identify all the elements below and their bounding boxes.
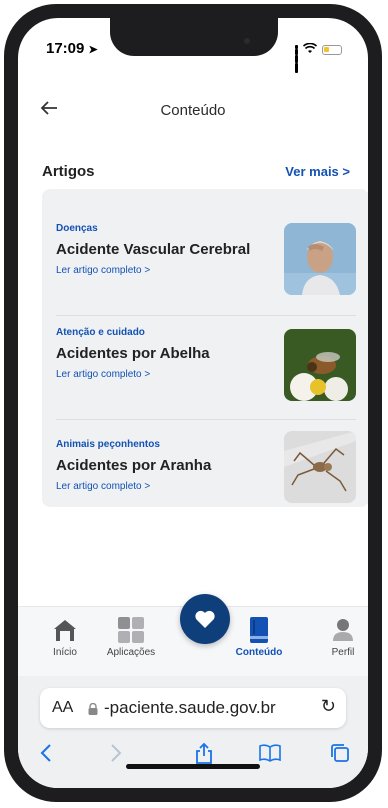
screen: 17:09 ➤ Conteúdo Artigos Ver mais > Doen… xyxy=(18,18,368,788)
tab-label: Início xyxy=(53,647,77,658)
tab-label: Conteúdo xyxy=(235,647,283,658)
signal-icon xyxy=(295,44,298,73)
article-title: Acidentes por Aranha xyxy=(56,457,212,474)
home-indicator xyxy=(126,764,260,769)
phone-frame: 17:09 ➤ Conteúdo Artigos Ver mais > Doen… xyxy=(4,4,382,802)
tabs-icon xyxy=(331,744,349,762)
book-icon xyxy=(250,617,268,643)
chevron-right-icon xyxy=(111,744,122,762)
article-item[interactable]: Animais peçonhentos Acidentes por Aranha… xyxy=(56,431,356,503)
tab-label: Aplicações xyxy=(106,647,156,658)
browser-toolbar: AA -paciente.saude.gov.br ↻ xyxy=(18,676,368,788)
tab-conteudo[interactable]: Conteúdo xyxy=(224,613,294,658)
article-title: Acidente Vascular Cerebral xyxy=(56,241,251,258)
chevron-left-icon xyxy=(40,744,51,762)
url-text: -paciente.saude.gov.br xyxy=(104,698,276,717)
book-open-icon xyxy=(259,744,281,762)
section-title: Artigos xyxy=(42,163,95,180)
camera-icon xyxy=(244,38,250,44)
notch xyxy=(110,18,278,56)
address-bar[interactable]: AA -paciente.saude.gov.br ↻ xyxy=(40,688,346,728)
home-icon xyxy=(54,620,76,641)
reload-icon[interactable]: ↻ xyxy=(321,696,336,717)
page-title: Conteúdo xyxy=(160,102,226,119)
articles-card: Doenças Acidente Vascular Cerebral Ler a… xyxy=(42,189,368,507)
divider xyxy=(56,419,356,420)
header: Conteúdo xyxy=(18,90,368,130)
tab-aplicacoes[interactable]: Aplicações xyxy=(96,613,166,658)
status-time: 17:09 ➤ xyxy=(46,40,98,57)
battery-icon xyxy=(322,45,342,55)
see-more-link[interactable]: Ver mais > xyxy=(285,164,350,179)
status-icons xyxy=(295,41,342,73)
article-thumbnail xyxy=(284,329,356,401)
reader-settings-button[interactable]: AA xyxy=(52,699,73,717)
tab-perfil[interactable]: Perfil xyxy=(314,613,368,658)
divider xyxy=(56,315,356,316)
user-icon xyxy=(333,619,353,641)
tab-label: Perfil xyxy=(331,647,355,658)
favorite-button[interactable] xyxy=(180,594,230,644)
article-title: Acidentes por Abelha xyxy=(56,345,210,362)
article-thumbnail xyxy=(284,223,356,295)
heart-icon xyxy=(195,610,215,628)
article-item[interactable]: Atenção e cuidado Acidentes por Abelha L… xyxy=(56,327,356,401)
apps-grid-icon xyxy=(118,617,144,643)
share-icon xyxy=(196,742,212,764)
lock-icon xyxy=(88,702,98,720)
back-nav-button[interactable] xyxy=(26,738,66,768)
wifi-icon xyxy=(302,41,318,59)
tabs-button[interactable] xyxy=(320,738,360,768)
article-item[interactable]: Doenças Acidente Vascular Cerebral Ler a… xyxy=(56,223,356,295)
article-thumbnail xyxy=(284,431,356,503)
tab-inicio[interactable]: Início xyxy=(30,613,100,658)
